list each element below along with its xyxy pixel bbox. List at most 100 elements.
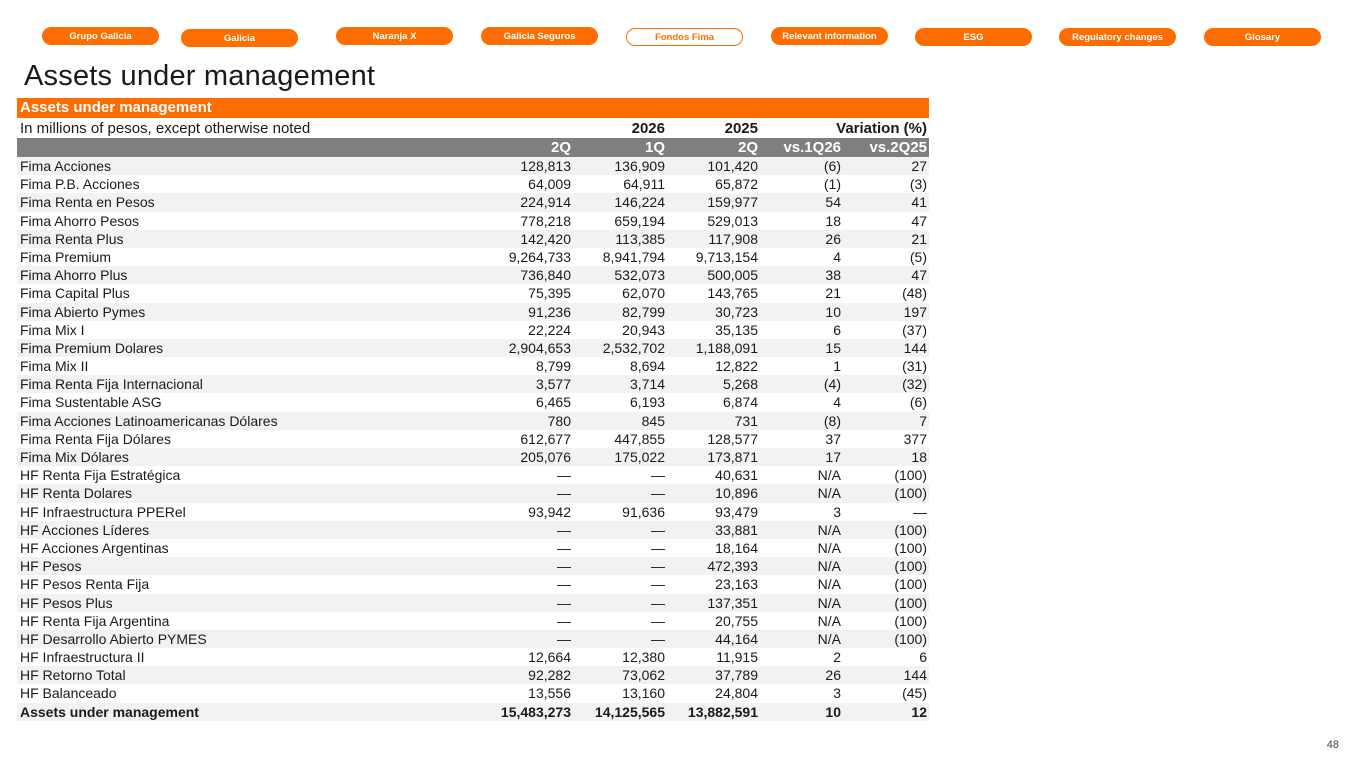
nav-tab-relevant-information[interactable]: Relevant information [771, 27, 888, 45]
variation-vs-2q25: 47 [911, 212, 927, 229]
nav-tab-esg[interactable]: ESG [915, 28, 1032, 46]
period-header: 2Q [550, 139, 571, 156]
value-2q25: 5,268 [722, 376, 758, 393]
value-2q26: 22,224 [528, 321, 571, 338]
value-2q25: 159,977 [707, 194, 758, 211]
table-row: Fima Capital Plus 75,395 62,070 143,765 21 (4… [17, 284, 929, 302]
table-heading: Assets under management [17, 98, 929, 118]
fund-name: HF Acciones Argentinas [20, 539, 169, 556]
variation-vs-1q26: (8) [823, 412, 841, 429]
value-1q26: 8,694 [629, 358, 665, 375]
value-2q25: 13,882,591 [687, 703, 758, 720]
value-2q25: 33,881 [715, 521, 758, 538]
variation-vs-2q25: 144 [903, 667, 927, 684]
variation-vs-1q26: 26 [825, 667, 841, 684]
value-2q26: 128,813 [520, 158, 571, 174]
variation-vs-2q25: 41 [911, 194, 927, 211]
table-row: Fima Renta en Pesos 224,914 146,224 159,977… [17, 193, 929, 212]
fund-name: Fima Ahorro Plus [20, 267, 128, 284]
variation-vs-1q26: 10 [825, 703, 841, 720]
nav-tab-fondos-fima[interactable]: Fondos Fima [626, 28, 743, 46]
variation-vs-2q25: (100) [894, 521, 927, 538]
value-2q26: — [557, 485, 571, 502]
variation-vs-1q26: N/A [817, 521, 841, 538]
table-row: HF Balanceado 13,556 13,160 24,804 3 (45) [17, 684, 929, 702]
variation-vs-2q25: 21 [911, 230, 927, 247]
value-2q26: 92,282 [528, 667, 571, 684]
nav-tab-naranja-x[interactable]: Naranja X [336, 27, 453, 45]
nav-tab-galicia-seguros[interactable]: Galicia Seguros [481, 27, 598, 45]
value-1q26: 64,911 [623, 176, 665, 193]
variation-vs-1q26: 3 [833, 503, 841, 520]
fund-name: Fima Premium Dolares [20, 339, 164, 356]
fund-name: Fima Renta en Pesos [20, 194, 155, 211]
variation-vs-2q25: 377 [903, 430, 927, 447]
variation-vs-2q25: (5) [909, 248, 927, 265]
fund-name: Fima Abierto Pymes [20, 303, 146, 320]
variation-vs-1q26: N/A [817, 467, 841, 484]
table-row: Fima Ahorro Pesos 778,218 659,194 529,013 18… [17, 212, 929, 230]
value-2q25: 11,915 [716, 649, 758, 666]
value-1q26: — [651, 630, 665, 647]
fund-name: Fima Renta Plus [20, 230, 124, 247]
value-2q26: 8,799 [535, 358, 571, 375]
variation-vs-2q25: 27 [911, 158, 927, 174]
value-2q25: 500,005 [707, 267, 758, 284]
table-row: Fima Acciones Latinoamericanas Dólares 78… [17, 411, 929, 430]
variation-vs-2q25: 197 [903, 303, 927, 320]
value-2q25: 35,135 [715, 321, 758, 338]
value-2q25: 6,874 [722, 394, 758, 411]
variation-vs-1q26: 18 [825, 212, 841, 229]
value-2q25: 65,872 [715, 176, 758, 193]
value-2q26: 12,664 [528, 649, 571, 666]
value-2q25: 10,896 [715, 485, 758, 502]
value-1q26: 136,909 [614, 158, 665, 174]
variation-vs-1q26: 4 [833, 248, 841, 265]
table-row: Fima Sustentable ASG 6,465 6,193 6,874 4 (6) [17, 393, 929, 411]
table-row: HF Pesos — — 472,393 N/A (100) [17, 557, 929, 576]
variation-vs-2q25: (3) [909, 176, 927, 193]
value-2q26: — [557, 594, 571, 611]
nav-tab-regulatory-changes[interactable]: Regulatory changes [1059, 28, 1176, 46]
value-2q25: 472,393 [707, 558, 758, 575]
value-2q26: 6,465 [535, 394, 571, 411]
nav-tab-galicia[interactable]: Galicia [181, 29, 298, 47]
value-2q26: 778,218 [520, 212, 571, 229]
fund-name: Fima Acciones Latinoamericanas Dólares [20, 412, 278, 429]
table-body: Fima Acciones 128,813 136,909 101,420 (6) 27 F… [17, 157, 929, 721]
variation-vs-1q26: 4 [833, 394, 841, 411]
value-1q26: 659,194 [614, 212, 665, 229]
value-2q26: 13,556 [528, 685, 571, 702]
section-nav: Grupo Galicia Galicia Naranja X Galicia Seg… [0, 27, 1365, 49]
value-2q26: 93,942 [528, 503, 571, 520]
variation-vs-2q25: (100) [894, 630, 927, 647]
variation-vs-2q25: 47 [911, 267, 927, 284]
nav-tab-glosary[interactable]: Glosary [1204, 28, 1321, 46]
value-2q25: 24,804 [715, 685, 758, 702]
value-2q26: — [557, 576, 571, 593]
fund-name: Fima Acciones [20, 158, 112, 174]
period-header: vs.2Q25 [869, 139, 927, 156]
fund-name: HF Renta Dolares [20, 485, 133, 502]
period-header-row: 2Q 1Q 2Q vs.1Q26 vs.2Q25 [17, 138, 929, 157]
fund-name: Assets under management [20, 703, 199, 720]
variation-vs-2q25: 18 [911, 449, 927, 465]
value-1q26: 2,532,702 [602, 339, 665, 356]
table-row: HF Renta Dolares — — 10,896 N/A (100) [17, 484, 929, 503]
table-subtitle: In millions of pesos, except otherwise n… [20, 119, 311, 137]
variation-vs-2q25: 6 [919, 649, 927, 666]
value-2q26: 3,577 [535, 376, 571, 393]
variation-vs-2q25: (37) [902, 321, 927, 338]
fund-name: HF Pesos Plus [20, 594, 113, 611]
nav-tab-grupo-galicia[interactable]: Grupo Galicia [42, 27, 159, 45]
page-number: 48 [1326, 739, 1339, 751]
value-2q26: — [557, 612, 571, 629]
variation-vs-1q26: 2 [833, 649, 841, 666]
table-row: HF Infraestructura PPERel 93,942 91,636 93,… [17, 503, 929, 521]
variation-vs-1q26: N/A [817, 485, 841, 502]
value-2q25: 30,723 [715, 303, 758, 320]
value-2q25: 23,163 [715, 576, 758, 593]
variation-vs-2q25: (100) [894, 576, 927, 593]
variation-vs-2q25: (48) [902, 285, 927, 302]
table-row: Fima Renta Fija Dólares 612,677 447,855 128… [17, 430, 929, 448]
